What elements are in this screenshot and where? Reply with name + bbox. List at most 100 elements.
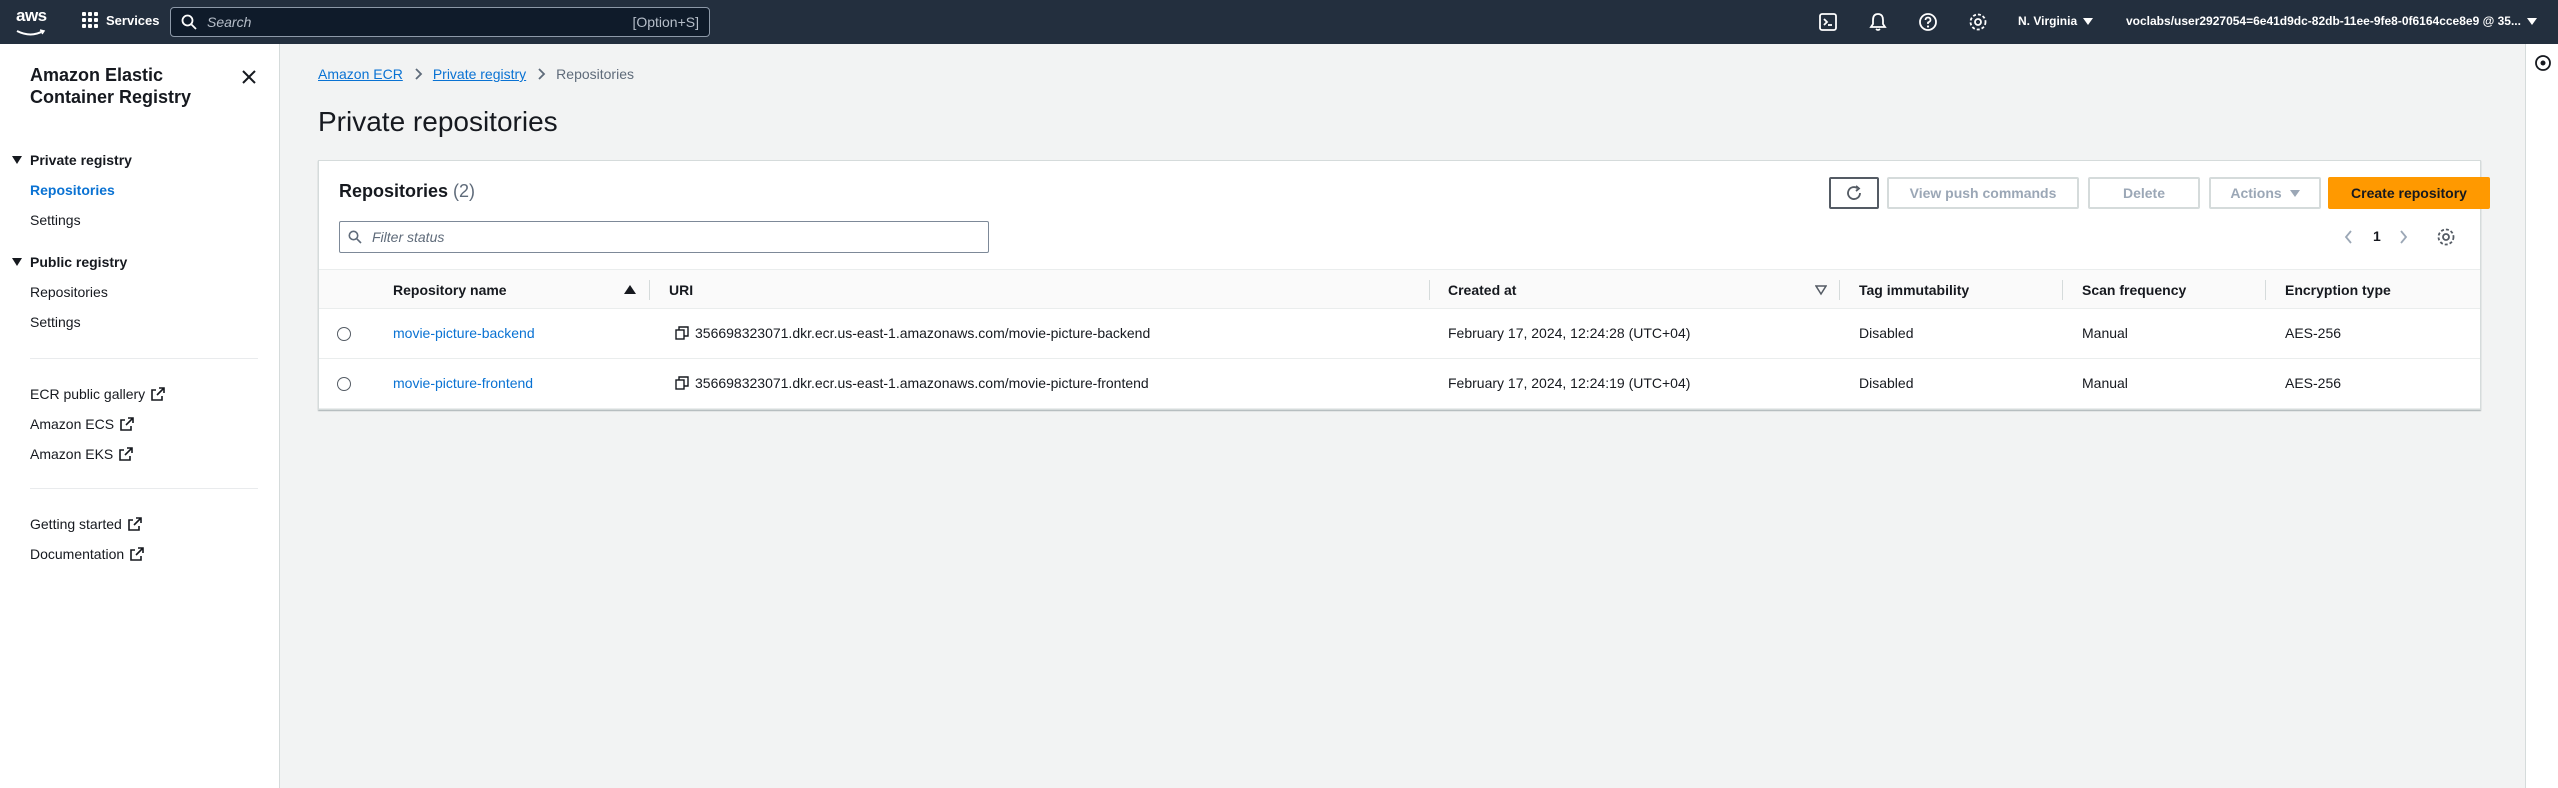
table-preferences-gear-icon[interactable]	[2436, 227, 2456, 247]
actions-dropdown-button[interactable]: Actions	[2209, 177, 2321, 209]
search-placeholder: Search	[207, 14, 252, 30]
sidebar-link-documentation[interactable]: Documentation	[30, 546, 144, 562]
created-at: February 17, 2024, 12:24:28 (UTC+04)	[1448, 325, 1691, 341]
repositories-table-panel: Repositories (2) View push commands Dele…	[318, 160, 2490, 410]
side-navigation: Amazon Elastic Container Registry Privat…	[0, 44, 280, 788]
sidebar-item-private-repositories[interactable]: Repositories	[30, 182, 115, 198]
table-header: Repository name URI Created at Tag immut…	[319, 269, 2480, 309]
external-link-icon	[151, 387, 165, 401]
column-divider	[649, 280, 650, 300]
table-row: movie-picture-frontend 356698323071.dkr.…	[319, 359, 2480, 409]
notifications-bell-icon[interactable]	[1868, 12, 1888, 32]
repository-name-link[interactable]: movie-picture-frontend	[393, 375, 533, 391]
page-title: Private repositories	[318, 106, 558, 137]
copy-icon[interactable]	[675, 376, 689, 390]
external-link-icon	[128, 517, 142, 531]
account-label: voclabs/user2927054=6e41d9dc-82db-11ee-9…	[2126, 14, 2521, 28]
top-navigation: aws Services Search [Option+S] N. Virgin…	[0, 0, 2558, 44]
external-link-icon	[120, 417, 134, 431]
sort-ascending-icon[interactable]	[624, 285, 636, 294]
create-repository-button[interactable]: Create repository	[2328, 177, 2490, 209]
column-header-created-at[interactable]: Created at	[1448, 282, 1516, 298]
service-title[interactable]: Amazon Elastic Container Registry	[30, 64, 230, 108]
sidebar-item-public-repositories[interactable]: Repositories	[30, 284, 108, 300]
search-input[interactable]: Search [Option+S]	[170, 7, 710, 37]
repository-count: (2)	[453, 181, 476, 201]
tag-immutability: Disabled	[1859, 375, 1914, 391]
created-at: February 17, 2024, 12:24:19 (UTC+04)	[1448, 375, 1691, 391]
column-header-uri[interactable]: URI	[669, 282, 693, 298]
actions-label: Actions	[2230, 185, 2282, 201]
info-panel-icon[interactable]	[2534, 54, 2552, 72]
column-divider	[2062, 280, 2063, 300]
link-label: Amazon EKS	[30, 446, 114, 462]
column-header-repository-name[interactable]: Repository name	[393, 282, 507, 298]
sort-descending-icon[interactable]	[1815, 284, 1827, 296]
row-select-radio[interactable]	[337, 377, 351, 391]
sidebar-item-public-settings[interactable]: Settings	[30, 314, 81, 330]
pagination-prev-icon[interactable]	[2343, 229, 2355, 245]
sidebar-link-amazon-ecs[interactable]: Amazon ECS	[30, 416, 134, 432]
repository-name-link[interactable]: movie-picture-backend	[393, 325, 535, 341]
scan-frequency: Manual	[2082, 375, 2128, 391]
link-label: Amazon ECS	[30, 416, 115, 432]
help-icon[interactable]	[1918, 12, 1938, 32]
column-header-encryption-type[interactable]: Encryption type	[2285, 282, 2391, 298]
encryption-type: AES-256	[2285, 375, 2342, 391]
delete-button[interactable]: Delete	[2088, 177, 2200, 209]
sidebar-link-ecr-public-gallery[interactable]: ECR public gallery	[30, 386, 165, 402]
copy-icon[interactable]	[675, 326, 689, 340]
row-select-radio[interactable]	[337, 327, 351, 341]
repository-uri: 356698323071.dkr.ecr.us-east-1.amazonaws…	[695, 325, 1151, 341]
page-number[interactable]: 1	[2373, 228, 2381, 244]
private-registry-section[interactable]: Private registry	[12, 152, 132, 168]
sidebar-item-private-settings[interactable]: Settings	[30, 212, 81, 228]
cloudshell-icon[interactable]	[1818, 12, 1838, 32]
panel-title: Repositories (2)	[339, 181, 475, 202]
pagination-next-icon[interactable]	[2397, 229, 2409, 245]
services-label: Services	[106, 12, 160, 28]
caret-down-icon	[12, 156, 22, 164]
column-divider	[2265, 280, 2266, 300]
aws-logo[interactable]: aws	[16, 6, 50, 36]
divider	[30, 358, 258, 359]
account-caret-icon	[2526, 17, 2537, 25]
column-divider	[1429, 280, 1430, 300]
region-selector[interactable]: N. Virginia	[2018, 14, 2094, 28]
right-tools-rail	[2525, 44, 2558, 788]
caret-down-icon	[2289, 189, 2300, 197]
settings-gear-icon[interactable]	[1968, 12, 1988, 32]
link-label: Getting started	[30, 516, 122, 532]
region-label: N. Virginia	[2018, 14, 2078, 28]
breadcrumb-current: Repositories	[556, 66, 634, 82]
refresh-button[interactable]	[1829, 177, 1879, 209]
external-link-icon	[130, 547, 144, 561]
link-label: Documentation	[30, 546, 125, 562]
services-menu[interactable]: Services	[82, 12, 160, 28]
chevron-right-icon	[538, 68, 546, 80]
link-label: ECR public gallery	[30, 386, 146, 402]
breadcrumb-private-registry[interactable]: Private registry	[433, 66, 526, 82]
column-header-tag-immutability[interactable]: Tag immutability	[1859, 282, 1969, 298]
breadcrumb-amazon-ecr[interactable]: Amazon ECR	[318, 66, 403, 82]
sidebar-link-getting-started[interactable]: Getting started	[30, 516, 142, 532]
account-menu[interactable]: voclabs/user2927054=6e41d9dc-82db-11ee-9…	[2126, 14, 2537, 28]
services-grid-icon	[82, 12, 98, 28]
public-registry-section[interactable]: Public registry	[12, 254, 127, 270]
aws-logo-text: aws	[16, 6, 47, 25]
close-icon[interactable]	[238, 66, 260, 88]
external-link-icon	[119, 447, 134, 461]
filter-input[interactable]: Filter status	[339, 221, 989, 253]
divider	[30, 488, 258, 489]
sidebar-link-amazon-eks[interactable]: Amazon EKS	[30, 446, 134, 462]
column-header-scan-frequency[interactable]: Scan frequency	[2082, 282, 2186, 298]
repository-uri: 356698323071.dkr.ecr.us-east-1.amazonaws…	[695, 375, 1149, 391]
view-push-commands-button[interactable]: View push commands	[1887, 177, 2079, 209]
search-shortcut: [Option+S]	[632, 14, 699, 30]
region-caret-icon	[2083, 17, 2094, 25]
caret-down-icon	[12, 258, 22, 266]
section-label: Private registry	[30, 152, 132, 168]
refresh-icon	[1847, 185, 1861, 200]
section-label: Public registry	[30, 254, 128, 270]
chevron-right-icon	[415, 68, 423, 80]
